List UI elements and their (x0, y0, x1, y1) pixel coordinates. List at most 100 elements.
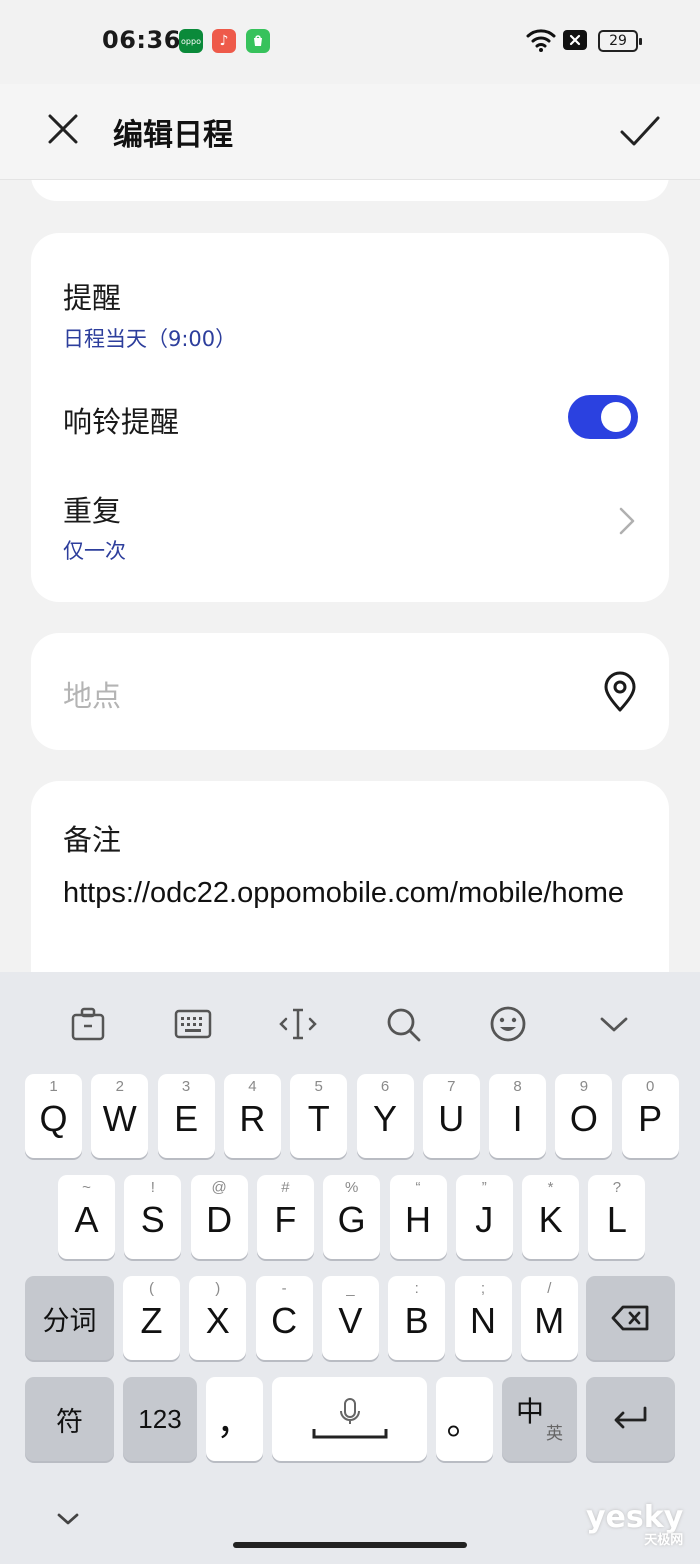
key-g[interactable]: % G (323, 1175, 381, 1259)
key-letter: E (174, 1098, 199, 1139)
key-letter: W (102, 1098, 137, 1139)
emoji-icon[interactable] (486, 1002, 530, 1046)
key-t[interactable]: 5T (290, 1074, 348, 1158)
key-h[interactable]: “H (389, 1175, 447, 1259)
key-hint: 4 (248, 1078, 257, 1095)
clipboard-icon[interactable] (66, 1002, 110, 1046)
comma-key[interactable]: ， (206, 1377, 263, 1461)
key-v[interactable]: _ V (321, 1276, 379, 1360)
key-w[interactable]: 2W (91, 1074, 149, 1158)
keyboard-icon[interactable] (171, 1002, 215, 1046)
key-p[interactable]: 0P (621, 1074, 679, 1158)
key-hint: 5 (314, 1078, 323, 1095)
key-hint: ” (481, 1179, 487, 1196)
ring-reminder-toggle[interactable] (568, 395, 638, 439)
key-z[interactable]: (Z (123, 1276, 180, 1360)
key-hint: 8 (513, 1078, 522, 1095)
app-header: 编辑日程 (0, 84, 700, 180)
key-letter: M (534, 1300, 565, 1341)
repeat-value: 仅一次 (63, 539, 126, 563)
key-letter: P (638, 1098, 663, 1139)
key-hint: _ (346, 1280, 355, 1297)
space-key[interactable] (272, 1377, 427, 1461)
key-b[interactable]: :B (388, 1276, 446, 1360)
key-letter: S (140, 1199, 165, 1240)
chevron-right-icon (619, 507, 635, 535)
key-letter: I (512, 1098, 523, 1139)
battery-indicator: 29 (598, 30, 642, 52)
collapse-keyboard-icon[interactable] (592, 1002, 636, 1046)
oppo-app-icon: oppo (179, 29, 203, 53)
key-x[interactable]: ) X (189, 1276, 247, 1360)
key-u[interactable]: 7U (422, 1074, 480, 1158)
reminder-label: 提醒 (63, 281, 122, 315)
location-input[interactable]: 地点 (63, 673, 121, 715)
wifi-icon (526, 29, 556, 52)
key-hint: * (547, 1179, 554, 1196)
key-e[interactable]: 3E (157, 1074, 215, 1158)
key-d[interactable]: @ D (190, 1175, 248, 1259)
status-time: 06:36 (102, 26, 181, 54)
key-hint: “ (415, 1179, 421, 1196)
reminder-value: 日程当天（9:00） (63, 327, 237, 351)
key-letter: R (239, 1098, 266, 1139)
key-hint: ! (150, 1179, 155, 1196)
key-letter: Z (140, 1300, 163, 1341)
key-o[interactable]: 9O (555, 1074, 613, 1158)
search-icon[interactable] (381, 1002, 425, 1046)
key-s[interactable]: ! S (124, 1175, 182, 1259)
soft-keyboard: 1Q2W3E4R5T6Y7U8I9O0P ~ A! S @ D # F% G “H” J * K? L … (0, 972, 700, 1564)
backspace-icon (611, 1305, 648, 1331)
location-card[interactable]: 地点 (31, 633, 669, 750)
key-l[interactable]: ? L (588, 1175, 646, 1259)
notes-textarea[interactable]: https://odc22.oppomobile.com/mobile/home (63, 873, 643, 914)
segment-key[interactable]: 分词 (25, 1276, 114, 1360)
reminder-row[interactable]: 提醒 日程当天（9:00） (31, 233, 669, 373)
lang-main: 中 (515, 1396, 544, 1427)
key-hint: ( (149, 1280, 154, 1297)
cursor-icon[interactable] (276, 1002, 320, 1046)
key-a[interactable]: ~ A (58, 1175, 115, 1259)
confirm-check-icon[interactable] (614, 106, 666, 154)
key-y[interactable]: 6Y (356, 1074, 414, 1158)
key-hint: % (345, 1179, 359, 1196)
home-indicator[interactable] (233, 1542, 467, 1548)
location-pin-icon[interactable] (602, 671, 638, 713)
key-letter: L (606, 1199, 627, 1240)
key-letter: G (337, 1199, 366, 1240)
key-f[interactable]: # F (256, 1175, 314, 1259)
microphone-icon (312, 1398, 387, 1439)
key-hint: @ (211, 1179, 227, 1196)
key-k[interactable]: * K (522, 1175, 580, 1259)
key-hint: 0 (646, 1078, 655, 1095)
key-letter: J (475, 1199, 494, 1240)
key-q[interactable]: 1Q (25, 1074, 82, 1158)
key-hint: : (414, 1280, 419, 1297)
key-n[interactable]: ; N (454, 1276, 512, 1360)
key-hint: ) (215, 1280, 221, 1297)
key-j[interactable]: ” J (455, 1175, 513, 1259)
key-hint: 3 (181, 1078, 191, 1095)
ring-reminder-label: 响铃提醒 (63, 405, 180, 439)
chevron-down-icon[interactable] (53, 1509, 83, 1529)
numbers-key[interactable]: 123 (123, 1377, 197, 1461)
repeat-row[interactable]: 重复 仅一次 (31, 473, 669, 602)
key-letter: V (338, 1300, 363, 1341)
page-title: 编辑日程 (113, 118, 233, 153)
close-icon[interactable] (40, 106, 88, 154)
key-i[interactable]: 8I (489, 1074, 547, 1158)
symbol-key[interactable]: 符 (25, 1377, 114, 1461)
key-r[interactable]: 4R (223, 1074, 281, 1158)
key-hint: 7 (447, 1078, 456, 1095)
key-hint: - (281, 1280, 287, 1297)
key-m[interactable]: / M (520, 1276, 578, 1360)
period-key[interactable]: 。 (436, 1377, 493, 1461)
enter-key[interactable] (586, 1377, 675, 1461)
key-c[interactable]: -C (255, 1276, 313, 1360)
notes-card: 备注 https://odc22.oppomobile.com/mobile/h… (31, 781, 669, 1001)
language-switch-key[interactable]: 中 英 (502, 1377, 577, 1461)
backspace-key[interactable] (586, 1276, 675, 1360)
key-letter: A (74, 1199, 99, 1240)
key-letter: N (470, 1300, 496, 1341)
key-hint: 6 (380, 1078, 390, 1095)
